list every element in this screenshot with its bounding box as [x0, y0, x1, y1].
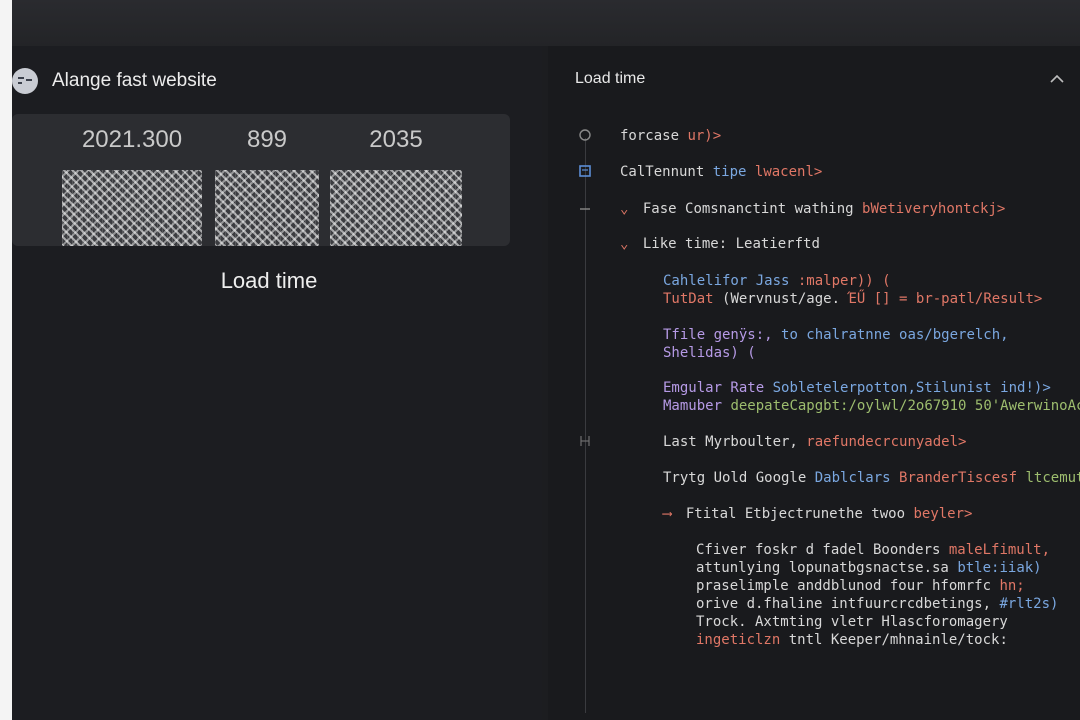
code-line: Emgular Rate Sobletelerpotton,Stilunist …	[663, 380, 1051, 396]
app-title: Alange fast website	[52, 70, 217, 91]
gutter-line	[585, 138, 586, 713]
stat-item: 2021.300	[62, 126, 202, 246]
code-line: ⟶ Ftital Etbjectrunethe twoo beyler>	[663, 506, 973, 522]
code-line: attunlying lopunatbgsnactse.sa btle:iiak…	[696, 560, 1042, 576]
stat-value: 2035	[369, 126, 423, 153]
menu-lines-icon[interactable]	[12, 68, 38, 94]
stat-value: 2021.300	[81, 126, 183, 153]
panel-title: Load time	[575, 70, 646, 87]
code-line: Shelidas) (	[663, 345, 756, 361]
window-left-edge	[0, 0, 12, 720]
code-line: Tfile genÿs:, to chalratnne oas/bgerelch…	[663, 327, 1009, 343]
breakpoint-icon[interactable]	[578, 128, 592, 142]
expand-arrow-icon[interactable]: ⌄	[620, 201, 628, 217]
stats-card: 2021.300 899 2035	[12, 114, 510, 246]
code-line: CalTennunt tipe lwacenl>	[620, 164, 823, 180]
code-line: Trytg Uold Google Dablclars BranderTisce…	[663, 470, 1080, 486]
top-bar	[12, 0, 1080, 46]
code-line: ingeticlzn tntl Keeper/mhnainle/tock:	[696, 632, 1008, 648]
code-line: Mamuber deepateCapgbt:/oylwl/2o67910 50'…	[663, 398, 1080, 414]
left-panel: Alange fast website 2021.300 899 2035 Lo…	[12, 46, 542, 720]
stat-pattern-image	[62, 170, 202, 246]
stat-pattern-image	[330, 170, 462, 246]
code-line: Cahlelifor Jass :malper)) (	[663, 273, 891, 289]
expand-arrow-icon[interactable]: ⌄	[620, 236, 628, 252]
code-panel: Load time forcase ur)> CalTennunt tipe l…	[548, 46, 1080, 720]
chevron-up-icon[interactable]	[1048, 70, 1066, 88]
file-icon[interactable]	[578, 164, 592, 178]
code-line: forcase ur)>	[620, 128, 722, 144]
bracket-marker-icon	[580, 436, 590, 446]
code-line: ⌄ Like time: Leatierftd	[620, 236, 820, 252]
code-line: Last Myrboulter, raefundecrcunyadel>	[663, 434, 967, 450]
stat-item: 2035	[330, 126, 462, 246]
code-line: praselimple anddblunod four hfomrfc hn;	[696, 578, 1025, 594]
code-line: ⌄ Fase Comsnanctint wathing bWetiveryhon…	[620, 201, 1006, 217]
stat-item: 899	[215, 126, 319, 246]
card-caption: Load time	[220, 268, 318, 293]
gutter-marker-icon	[580, 208, 590, 210]
stat-pattern-image	[215, 170, 319, 246]
code-line: TutDat (Wervnust/age. ΈŰ [] = br-patl/Re…	[663, 291, 1043, 307]
code-line: orive d.fhaline intfuurcrcdbetings, #rlt…	[696, 596, 1059, 612]
expand-arrow-icon[interactable]: ⟶	[663, 506, 671, 522]
app-header: Alange fast website	[12, 66, 217, 96]
code-line: Cfiver foskr d fadel Boonders maleLfimul…	[696, 542, 1051, 558]
code-line: Trock. Axtmting vletr Hlascforomagery	[696, 614, 1008, 630]
stat-value: 899	[246, 126, 288, 153]
